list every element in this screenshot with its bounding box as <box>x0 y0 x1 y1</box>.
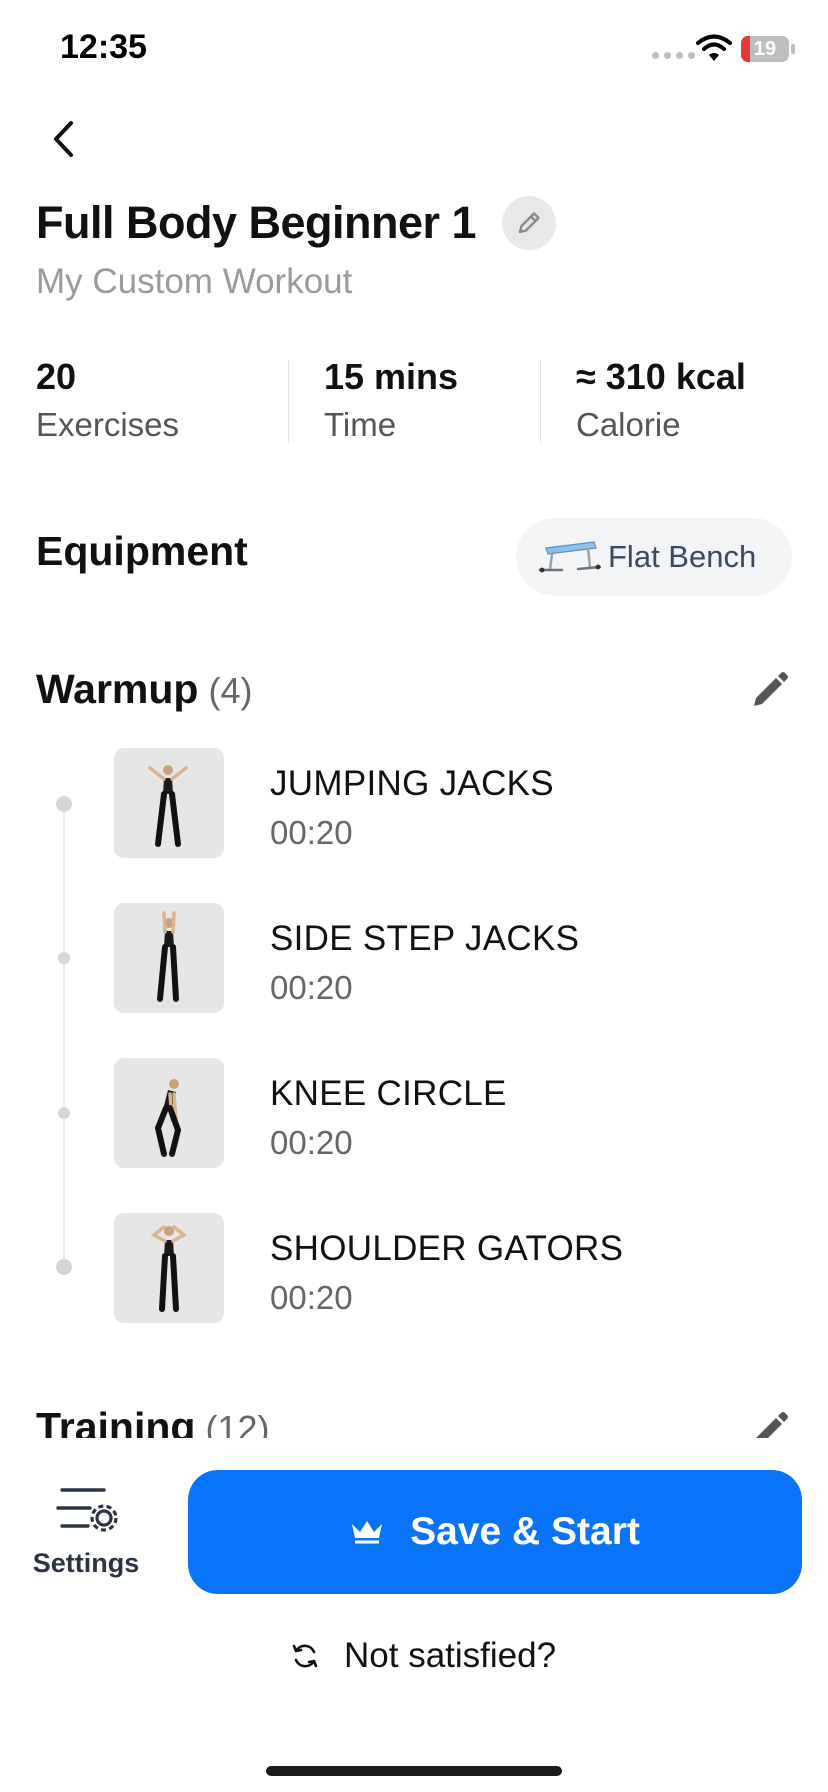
exercise-thumbnail <box>114 748 224 858</box>
stat-calorie: ≈ 310 kcal Calorie <box>576 356 746 444</box>
back-button[interactable] <box>42 114 86 164</box>
timeline-line <box>63 804 65 1266</box>
timeline-dot <box>56 1259 72 1275</box>
title-row: Full Body Beginner 1 <box>36 196 557 250</box>
exercise-name: SIDE STEP JACKS <box>270 919 580 958</box>
page-subtitle: My Custom Workout <box>36 262 353 301</box>
exercise-name: SHOULDER GATORS <box>270 1229 624 1268</box>
exercise-figure <box>150 1225 188 1312</box>
stat-label: Time <box>324 406 397 443</box>
stat-label: Calorie <box>576 406 681 443</box>
timeline-dot <box>58 952 70 964</box>
timeline-dot <box>56 796 72 812</box>
settings-button[interactable]: Settings <box>26 1486 146 1582</box>
refresh-icon <box>292 1644 318 1668</box>
stat-divider <box>288 360 289 444</box>
stat-label: Exercises <box>36 406 180 443</box>
exercise-thumbnail <box>114 903 224 1013</box>
exercise-row-side-step-jacks[interactable]: SIDE STEP JACKS 00:20 <box>114 903 814 1013</box>
exercise-duration: 00:20 <box>270 1124 353 1161</box>
signal-icon <box>652 52 695 59</box>
timeline-dot <box>58 1107 70 1119</box>
pencil-outline-icon <box>518 212 540 234</box>
settings-label: Settings <box>32 1548 140 1578</box>
stat-value: 15 mins <box>324 356 459 397</box>
workout-stats: 20 Exercises 15 mins Time ≈ 310 kcal Cal… <box>36 356 792 446</box>
stat-time: 15 mins Time <box>324 356 458 444</box>
save-start-button[interactable]: Save & Start <box>188 1470 802 1594</box>
not-satisfied-button[interactable]: Not satisfied? <box>290 1636 556 1676</box>
battery-icon: 19 <box>741 36 789 62</box>
exercise-row-knee-circle[interactable]: KNEE CIRCLE 00:20 <box>114 1058 814 1168</box>
equipment-chip-label: Flat Bench <box>608 539 757 574</box>
flat-bench-icon <box>538 541 602 573</box>
exercise-figure <box>154 1079 182 1157</box>
save-start-label: Save & Start <box>410 1510 640 1553</box>
stat-value: ≈ 310 kcal <box>576 356 746 397</box>
exercise-thumbnail <box>114 1213 224 1323</box>
exercise-duration: 00:20 <box>270 814 353 851</box>
chevron-left-icon <box>54 121 73 157</box>
wifi-icon <box>696 34 732 61</box>
stat-divider <box>540 360 541 444</box>
pencil-icon[interactable] <box>748 668 792 712</box>
settings-sliders-icon <box>56 1488 118 1532</box>
exercise-figure <box>157 911 179 1002</box>
exercise-row-jumping-jacks[interactable]: JUMPING JACKS 00:20 <box>114 748 814 858</box>
exercise-figure <box>148 765 188 847</box>
crown-icon <box>352 1521 383 1544</box>
battery-tip <box>791 44 795 54</box>
warmup-title: Warmup <box>36 666 199 712</box>
exercise-duration: 00:20 <box>270 1279 353 1316</box>
battery-level: 19 <box>753 38 777 60</box>
edit-title-button[interactable] <box>502 196 557 250</box>
equipment-title: Equipment <box>36 528 248 574</box>
not-satisfied-label: Not satisfied? <box>344 1636 557 1675</box>
exercise-duration: 00:20 <box>270 969 353 1006</box>
warmup-count: (4) <box>208 670 253 711</box>
stat-exercises: 20 Exercises <box>36 356 179 444</box>
exercise-thumbnail <box>114 1058 224 1168</box>
exercise-name: JUMPING JACKS <box>270 764 554 803</box>
equipment-chip-flat-bench[interactable]: Flat Bench <box>516 518 792 596</box>
status-bar: 12:35 19 <box>0 0 828 100</box>
exercise-row-shoulder-gators[interactable]: SHOULDER GATORS 00:20 <box>114 1213 814 1323</box>
exercise-name: KNEE CIRCLE <box>270 1074 507 1113</box>
home-indicator <box>266 1766 562 1776</box>
warmup-header: Warmup (4) <box>36 666 252 713</box>
workout-detail-screen: 12:35 19 Full Body Beginner 1 My Custom … <box>0 0 828 1792</box>
stat-value: 20 <box>36 356 77 397</box>
status-time: 12:35 <box>60 28 147 66</box>
page-title: Full Body Beginner 1 <box>36 197 477 248</box>
